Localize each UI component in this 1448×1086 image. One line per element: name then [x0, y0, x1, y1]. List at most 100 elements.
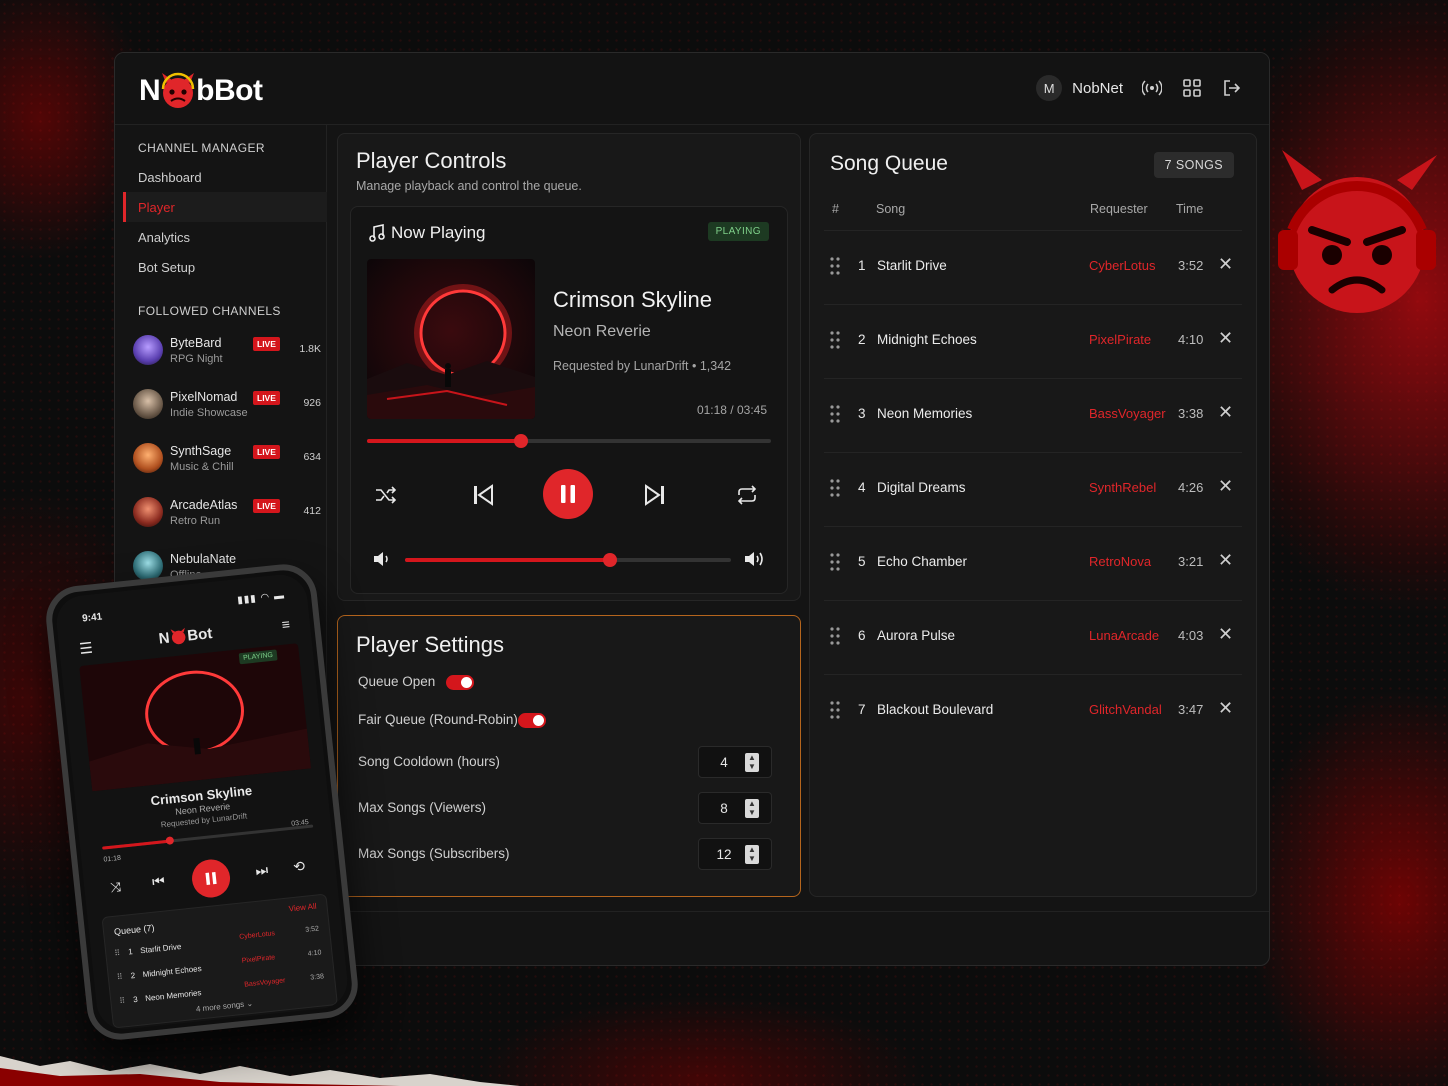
brand-logo[interactable]: N bBot: [139, 71, 263, 111]
volume-high-icon[interactable]: [743, 548, 767, 570]
queue-row[interactable]: 4 Digital Dreams SynthRebel 4:26 ✕: [824, 452, 1242, 526]
column-header-number: #: [832, 202, 839, 216]
phone-queue-icon[interactable]: ≡: [281, 616, 291, 633]
song-queue-title: Song Queue: [830, 152, 948, 175]
queue-requester[interactable]: CyberLotus: [1089, 258, 1155, 273]
live-badge: LIVE: [253, 391, 280, 405]
sidebar-item-analytics[interactable]: Analytics: [123, 222, 327, 252]
queue-requester[interactable]: BassVoyager: [1089, 406, 1166, 421]
channel-name: PixelNomad: [170, 390, 238, 404]
queue-row[interactable]: 3 Neon Memories BassVoyager 3:38 ✕: [824, 378, 1242, 452]
max-songs-subscribers-value: 12: [716, 847, 732, 862]
volume-low-icon[interactable]: [371, 549, 393, 569]
sidebar-item-bot-setup[interactable]: Bot Setup: [123, 252, 327, 282]
brand-suffix: bBot: [196, 74, 263, 107]
phone-view-all-link[interactable]: View All: [288, 902, 317, 914]
phone-previous-icon[interactable]: ⏮: [151, 872, 165, 890]
previous-button[interactable]: [467, 479, 499, 511]
next-button[interactable]: [639, 479, 671, 511]
broadcast-icon[interactable]: [1141, 77, 1163, 99]
drag-handle-icon[interactable]: ⠿: [119, 996, 126, 1006]
volume-slider[interactable]: [405, 553, 731, 567]
remove-song-icon[interactable]: ✕: [1218, 254, 1233, 275]
column-header-song[interactable]: Song: [876, 202, 905, 216]
queue-requester[interactable]: PixelPirate: [1089, 332, 1151, 347]
queue-open-toggle[interactable]: [446, 675, 474, 690]
fair-queue-toggle[interactable]: [518, 713, 546, 728]
logout-icon[interactable]: [1221, 77, 1243, 99]
remove-song-icon[interactable]: ✕: [1218, 550, 1233, 571]
max-songs-viewers-stepper[interactable]: 8 ▲ ▼: [698, 792, 772, 824]
channel-name: NebulaNate: [170, 552, 237, 566]
player-controls-title: Player Controls: [356, 148, 507, 173]
queue-row[interactable]: 1 Starlit Drive CyberLotus 3:52 ✕: [824, 230, 1242, 304]
queue-requester[interactable]: RetroNova: [1089, 554, 1151, 569]
song-requester: Requested by LunarDrift • 1,342: [553, 359, 732, 373]
queue-row[interactable]: 2 Midnight Echoes PixelPirate 4:10 ✕: [824, 304, 1242, 378]
song-cooldown-stepper[interactable]: 4 ▲ ▼: [698, 746, 772, 778]
phone-queue-song: Neon Memories: [144, 988, 202, 1003]
drag-handle-icon[interactable]: [830, 627, 840, 645]
shuffle-button[interactable]: [375, 479, 397, 511]
remove-song-icon[interactable]: ✕: [1218, 624, 1233, 645]
followed-channel-item[interactable]: SynthSage Music & Chill LIVE 634: [133, 439, 323, 483]
stepper-arrows-icon[interactable]: ▲ ▼: [745, 753, 759, 772]
sidebar-item-player[interactable]: Player: [123, 192, 327, 222]
devil-mascot-icon: [1278, 150, 1437, 313]
column-header-requester[interactable]: Requester: [1090, 202, 1148, 216]
remove-song-icon[interactable]: ✕: [1218, 328, 1233, 349]
phone-menu-icon[interactable]: ☰: [78, 639, 93, 658]
drag-handle-icon[interactable]: [830, 405, 840, 423]
queue-duration: 3:21: [1178, 554, 1204, 569]
drag-handle-icon[interactable]: [830, 553, 840, 571]
progress-handle[interactable]: [513, 434, 528, 448]
followed-channel-item[interactable]: ByteBard RPG Night LIVE 1.8K: [133, 331, 323, 375]
stepper-arrows-icon[interactable]: ▲ ▼: [745, 799, 759, 818]
queue-row[interactable]: 5 Echo Chamber RetroNova 3:21 ✕: [824, 526, 1242, 600]
remove-song-icon[interactable]: ✕: [1218, 476, 1233, 497]
column-header-time[interactable]: Time: [1176, 202, 1203, 216]
remove-song-icon[interactable]: ✕: [1218, 402, 1233, 423]
queue-number: 4: [858, 480, 866, 495]
drag-handle-icon[interactable]: [830, 479, 840, 497]
phone-shuffle-icon[interactable]: ⤨: [110, 879, 122, 896]
phone-pause-button[interactable]: [190, 857, 232, 900]
drag-handle-icon[interactable]: ⠿: [116, 972, 123, 982]
channel-avatar: [133, 335, 163, 365]
queue-song-name: Neon Memories: [877, 406, 973, 421]
drag-handle-icon[interactable]: [830, 257, 840, 275]
followed-channel-item[interactable]: PixelNomad Indie Showcase LIVE 926: [133, 385, 323, 429]
remove-song-icon[interactable]: ✕: [1218, 698, 1233, 719]
queue-requester[interactable]: LunaArcade: [1089, 628, 1159, 643]
phone-repeat-icon[interactable]: ⟲: [292, 858, 305, 876]
queue-requester[interactable]: GlitchVandal: [1089, 702, 1162, 717]
queue-requester[interactable]: SynthRebel: [1089, 480, 1156, 495]
queue-number: 2: [858, 332, 866, 347]
volume-handle[interactable]: [603, 553, 618, 567]
user-name[interactable]: NobNet: [1072, 80, 1123, 97]
sidebar-item-dashboard[interactable]: Dashboard: [123, 162, 327, 192]
viewer-count: 926: [303, 397, 321, 409]
queue-row[interactable]: 7 Blackout Boulevard GlitchVandal 3:47 ✕: [824, 674, 1242, 748]
drag-handle-icon[interactable]: ⠿: [114, 948, 121, 958]
followed-channel-item[interactable]: ArcadeAtlas Retro Run LIVE 412: [133, 493, 323, 537]
progress-bar[interactable]: [367, 434, 771, 448]
queue-duration: 4:26: [1178, 480, 1204, 495]
stepper-arrows-icon[interactable]: ▲ ▼: [745, 845, 759, 864]
grid-icon[interactable]: [1181, 77, 1203, 99]
max-songs-subscribers-stepper[interactable]: 12 ▲ ▼: [698, 838, 772, 870]
pause-button[interactable]: [543, 469, 593, 519]
phone-elapsed-time: 01:18: [103, 854, 122, 864]
queue-song-name: Aurora Pulse: [877, 628, 956, 643]
phone-queue-time: 3:38: [310, 973, 325, 982]
phone-status-icons: ▮▮▮ ◠ ▬: [236, 590, 286, 607]
phone-next-icon[interactable]: ⏭: [255, 862, 269, 880]
drag-handle-icon[interactable]: [830, 701, 840, 719]
drag-handle-icon[interactable]: [830, 331, 840, 349]
queue-row[interactable]: 6 Aurora Pulse LunaArcade 4:03 ✕: [824, 600, 1242, 674]
max-songs-subscribers-label: Max Songs (Subscribers): [358, 846, 510, 861]
user-avatar[interactable]: M: [1036, 75, 1063, 101]
repeat-button[interactable]: [731, 479, 763, 511]
phone-progress-handle[interactable]: [165, 836, 175, 845]
max-songs-viewers-value: 8: [720, 801, 728, 816]
